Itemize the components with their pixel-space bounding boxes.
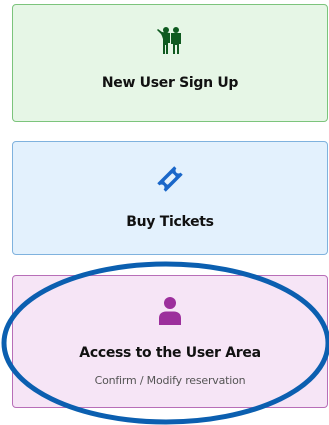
tickets-label: Buy Tickets: [126, 214, 214, 230]
people-icon: [157, 27, 181, 54]
buy-tickets-button[interactable]: Buy Tickets: [12, 141, 328, 255]
page: New User Sign Up Buy Tickets Access to t…: [0, 0, 329, 425]
user-area-sublabel: Confirm / Modify reservation: [94, 374, 246, 387]
user-area-label: Access to the User Area: [79, 345, 261, 361]
user-icon: [159, 297, 181, 325]
new-user-signup-button[interactable]: New User Sign Up: [12, 4, 328, 122]
user-area-button[interactable]: Access to the User Area Confirm / Modify…: [12, 275, 328, 408]
ticket-icon: [157, 166, 183, 192]
signup-label: New User Sign Up: [101, 75, 239, 91]
